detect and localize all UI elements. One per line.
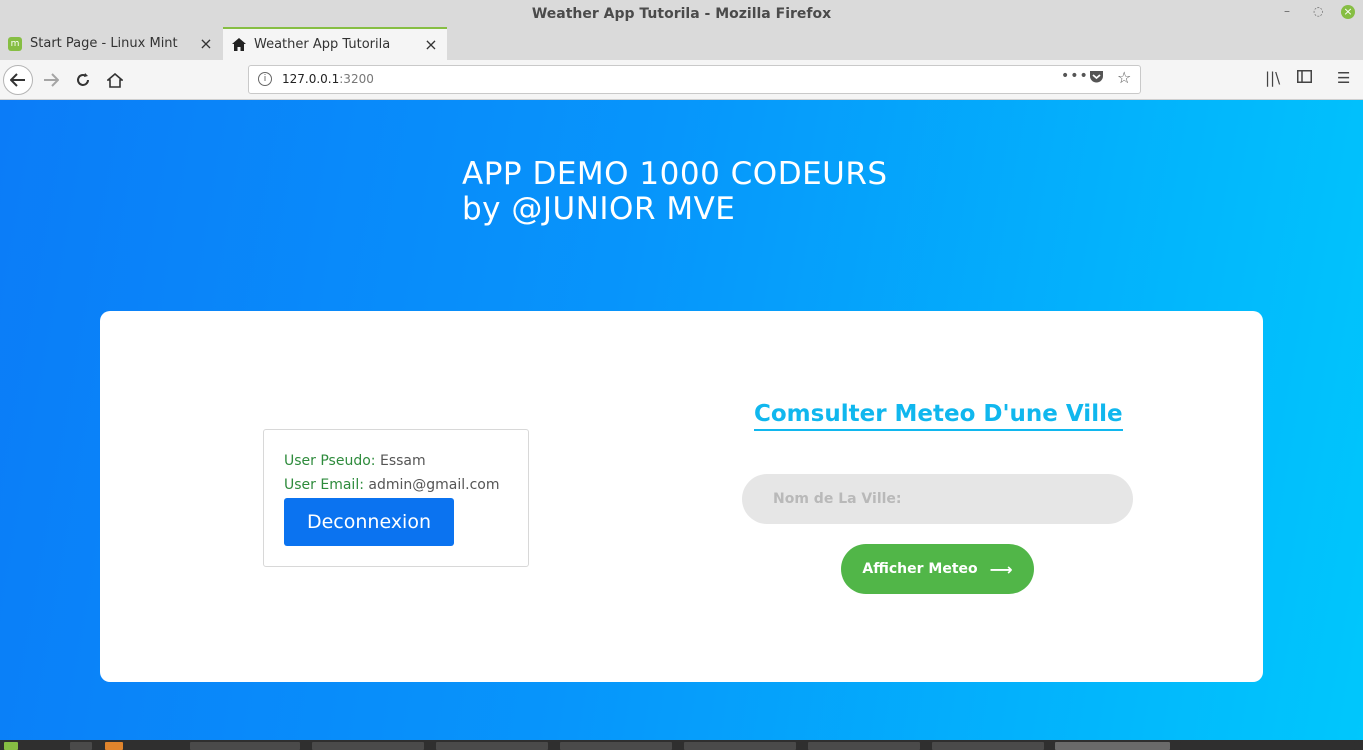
hero-line-2: by @JUNIOR MVE <box>462 191 736 227</box>
url-bar[interactable]: i 127.0.0.1:3200 ••• ☆ <box>248 65 1141 94</box>
taskbar-window-firefox[interactable] <box>1055 742 1170 750</box>
reload-icon <box>77 73 89 86</box>
arrow-right-icon <box>44 73 59 87</box>
user-pseudo-row: User Pseudo: Essam <box>284 453 426 469</box>
hero-heading: APP DEMO 1000 CODEURS by @JUNIOR MVE <box>462 157 888 227</box>
bookmark-star-icon[interactable]: ☆ <box>1117 68 1131 87</box>
home-icon <box>232 38 246 52</box>
reload-button[interactable] <box>68 65 98 95</box>
url-port: :3200 <box>339 72 374 86</box>
taskbar-launcher-2[interactable] <box>105 742 123 750</box>
logout-button[interactable]: Deconnexion <box>284 498 454 546</box>
back-button[interactable] <box>3 65 33 95</box>
sidebar-icon[interactable] <box>1297 69 1312 87</box>
show-weather-label: Afficher Meteo <box>862 561 978 577</box>
taskbar-window-4[interactable] <box>560 742 672 750</box>
window-titlebar: Weather App Tutorila - Mozilla Firefox –… <box>0 0 1363 27</box>
weather-form-title: Comsulter Meteo D'une Ville <box>754 401 1123 431</box>
hamburger-menu-icon[interactable]: ☰ <box>1337 69 1350 87</box>
user-pseudo-value: Essam <box>379 453 426 469</box>
mint-menu-icon[interactable] <box>4 742 18 750</box>
system-tray <box>1180 742 1355 750</box>
taskbar-window-2[interactable] <box>312 742 424 750</box>
user-email-value: admin@gmail.com <box>368 477 500 493</box>
taskbar-window-1[interactable] <box>190 742 300 750</box>
main-card: User Pseudo: Essam User Email: admin@gma… <box>100 311 1263 682</box>
taskbar-launcher-1[interactable] <box>70 742 92 750</box>
user-pseudo-label: User Pseudo: <box>284 453 376 469</box>
user-email-label: User Email: <box>284 477 364 493</box>
arrow-right-icon: ⟶ <box>989 559 1013 579</box>
taskbar-window-5[interactable] <box>684 742 796 750</box>
close-window-icon[interactable]: × <box>1341 5 1355 19</box>
pocket-icon[interactable] <box>1089 70 1104 88</box>
library-icon[interactable]: ||\ <box>1265 69 1280 87</box>
navigation-toolbar: i 127.0.0.1:3200 ••• ☆ ||\ ☰ <box>0 60 1363 100</box>
tab-strip: m Start Page - Linux Mint × Weather App … <box>0 27 1363 83</box>
page-actions-icon[interactable]: ••• <box>1061 68 1089 84</box>
os-taskbar <box>0 740 1363 750</box>
url-host: 127.0.0.1 <box>282 72 340 86</box>
tab-start-page[interactable]: m Start Page - Linux Mint × <box>0 27 222 60</box>
forward-button[interactable] <box>36 65 66 95</box>
linux-mint-icon: m <box>8 36 22 51</box>
hero-line-1: APP DEMO 1000 CODEURS <box>462 156 888 192</box>
home-icon <box>107 72 123 88</box>
page-content: APP DEMO 1000 CODEURS by @JUNIOR MVE Use… <box>0 100 1363 740</box>
info-icon[interactable]: i <box>258 72 272 86</box>
close-tab-icon[interactable]: × <box>196 34 216 53</box>
tab-label: Start Page - Linux Mint <box>30 36 178 51</box>
taskbar-window-7[interactable] <box>932 742 1044 750</box>
minimize-icon[interactable]: – <box>1284 4 1290 18</box>
close-tab-icon[interactable]: × <box>421 35 441 54</box>
arrow-left-icon <box>10 73 25 87</box>
taskbar-window-3[interactable] <box>436 742 548 750</box>
maximize-icon[interactable]: ◌ <box>1313 4 1323 18</box>
user-email-row: User Email: admin@gmail.com <box>284 477 499 493</box>
window-title: Weather App Tutorila - Mozilla Firefox <box>531 6 832 22</box>
taskbar-window-6[interactable] <box>808 742 920 750</box>
user-info-box: User Pseudo: Essam User Email: admin@gma… <box>263 429 529 567</box>
tab-weather-app[interactable]: Weather App Tutorila × <box>223 27 447 60</box>
show-weather-button[interactable]: Afficher Meteo ⟶ <box>841 544 1034 594</box>
tab-label: Weather App Tutorila <box>254 37 391 52</box>
url-text: 127.0.0.1:3200 <box>282 72 374 86</box>
city-name-input[interactable] <box>742 474 1133 524</box>
home-button[interactable] <box>100 65 130 95</box>
